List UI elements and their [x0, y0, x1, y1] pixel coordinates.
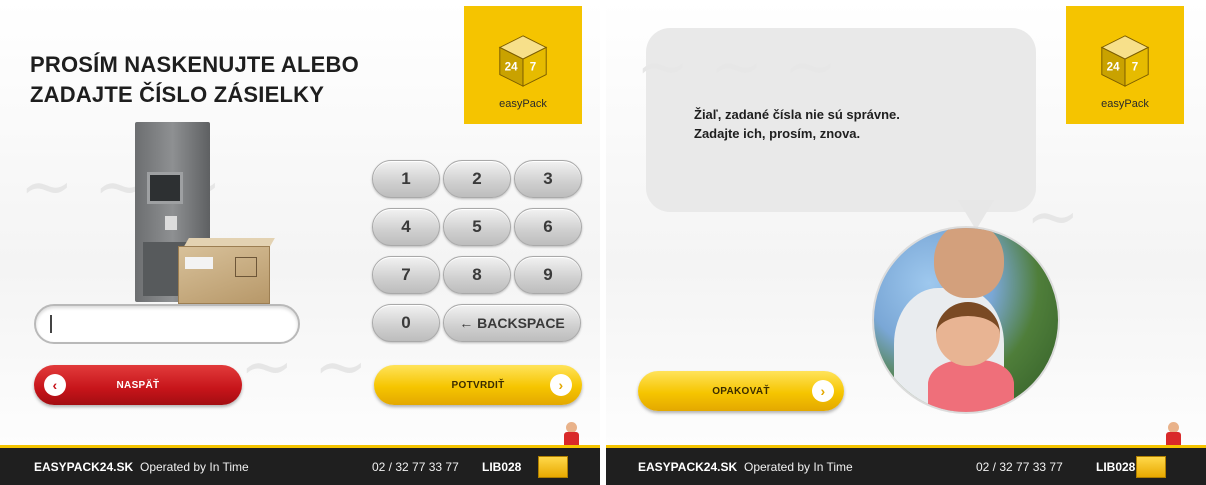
- svg-text:7: 7: [1132, 61, 1138, 74]
- page-title: PROSÍM NASKENUJTE ALEBO ZADAJTE ČÍSLO ZÁ…: [30, 50, 359, 110]
- key-1[interactable]: 1: [372, 160, 440, 198]
- parcel-label: [185, 257, 213, 269]
- key-5[interactable]: 5: [443, 208, 511, 246]
- confirm-button-label: POTVRDIŤ: [451, 379, 505, 391]
- easypack-logo: 24 7 easyPack: [1066, 6, 1184, 124]
- key-4[interactable]: 4: [372, 208, 440, 246]
- error-message-line-2: Zadajte ich, prosím, znova.: [694, 126, 861, 141]
- footer-bar: EASYPACK24.SK Operated by In Time 02 / 3…: [0, 445, 600, 485]
- parcel-box-icon: [1136, 456, 1166, 478]
- title-line-1: PROSÍM NASKENUJTE ALEBO: [30, 52, 359, 77]
- key-8[interactable]: 8: [443, 256, 511, 294]
- cube-24-7-icon: 24 7: [1100, 35, 1150, 87]
- title-line-2: ZADAJTE ČÍSLO ZÁSIELKY: [30, 82, 325, 107]
- footer-website: EASYPACK24.SK: [638, 460, 738, 474]
- key-6[interactable]: 6: [514, 208, 582, 246]
- footer-terminal-id: LIB028: [482, 460, 522, 474]
- chevron-left-icon: ‹: [44, 374, 66, 396]
- svg-text:7: 7: [530, 61, 536, 74]
- backspace-key[interactable]: ← BACKSPACE: [443, 304, 581, 342]
- svg-text:24: 24: [505, 61, 518, 74]
- footer-operator: Operated by In Time: [140, 460, 249, 474]
- error-screen: ~ ~ ~ ~ Žiaľ, zadané čísla nie sú správn…: [606, 0, 1206, 485]
- father-and-daughter-photo: [872, 226, 1060, 414]
- brand-name: easyPack: [499, 98, 547, 110]
- footer-website: EASYPACK24.SK: [34, 460, 134, 474]
- footer-phone: 02 / 32 77 33 77: [976, 460, 1063, 474]
- chevron-right-icon: ›: [550, 374, 572, 396]
- footer-bar: EASYPACK24.SK Operated by In Time 02 / 3…: [606, 445, 1206, 485]
- repeat-button[interactable]: OPAKOVAŤ ›: [638, 371, 844, 411]
- parcel-number-input[interactable]: [34, 304, 300, 344]
- repeat-button-label: OPAKOVAŤ: [712, 385, 770, 397]
- back-button[interactable]: ‹ NASPÄŤ: [34, 365, 242, 405]
- key-9[interactable]: 9: [514, 256, 582, 294]
- key-3[interactable]: 3: [514, 160, 582, 198]
- cube-24-7-icon: 24 7: [498, 35, 548, 87]
- key-7[interactable]: 7: [372, 256, 440, 294]
- error-message: Žiaľ, zadané čísla nie sú správne. Zadaj…: [694, 105, 900, 143]
- chevron-right-icon: ›: [812, 380, 834, 402]
- svg-text:24: 24: [1107, 61, 1120, 74]
- terminal-screen: [147, 172, 183, 204]
- parcel-number-screen: ~ ~ ~ ~ ~ PROSÍM NASKENUJTE ALEBO ZADAJT…: [0, 0, 600, 485]
- parcel-symbols: [235, 257, 257, 277]
- footer-operator: Operated by In Time: [744, 460, 853, 474]
- key-2[interactable]: 2: [443, 160, 511, 198]
- footer-phone: 02 / 32 77 33 77: [372, 460, 459, 474]
- easypack-logo: 24 7 easyPack: [464, 6, 582, 124]
- error-message-line-1: Žiaľ, zadané čísla nie sú správne.: [694, 107, 900, 122]
- confirm-button[interactable]: POTVRDIŤ ›: [374, 365, 582, 405]
- text-caret: [50, 315, 52, 333]
- parcel-box-illustration: [178, 246, 270, 304]
- footer-terminal-id: LIB028: [1096, 460, 1136, 474]
- key-0[interactable]: 0: [372, 304, 440, 342]
- parcel-box-icon: [538, 456, 568, 478]
- terminal-scanner: [165, 216, 177, 230]
- back-button-label: NASPÄŤ: [116, 379, 160, 391]
- brand-name: easyPack: [1101, 98, 1149, 110]
